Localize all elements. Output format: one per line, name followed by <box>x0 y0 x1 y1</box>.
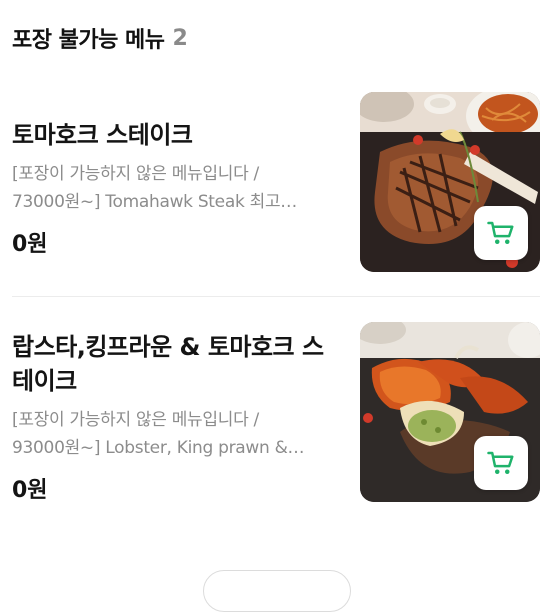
add-to-cart-button[interactable] <box>474 436 528 490</box>
section-title: 포장 불가능 메뉴 <box>12 28 165 53</box>
menu-item-description-line: [포장이 가능하지 않은 메뉴입니다 / <box>12 410 259 430</box>
menu-item-image[interactable] <box>360 322 540 502</box>
divider <box>12 296 540 297</box>
cart-icon <box>487 221 514 244</box>
menu-item-description: [포장이 가능하지 않은 메뉴입니다 / 73000원~] Tomahawk S… <box>12 160 324 216</box>
add-to-cart-button[interactable] <box>474 206 528 260</box>
menu-item-description-line: [포장이 가능하지 않은 메뉴입니다 / <box>12 164 259 184</box>
menu-item-description-line: 93000원~] Lobster, King prawn &… <box>12 438 305 458</box>
menu-item-name: 랍스타,킹프라운 & 토마호크 스테이크 <box>12 333 324 395</box>
menu-item-image[interactable] <box>360 92 540 272</box>
menu-item-description-line: 73000원~] Tomahawk Steak 최고… <box>12 192 297 212</box>
menu-item-price: 0원 <box>12 478 48 503</box>
menu-item-name: 토마호크 스테이크 <box>12 121 193 149</box>
cart-icon <box>487 451 514 474</box>
menu-item-price: 0원 <box>12 232 48 257</box>
menu-item-description: [포장이 가능하지 않은 메뉴입니다 / 93000원~] Lobster, K… <box>12 406 324 462</box>
menu-item-lobster-kingprawn-tomahawk[interactable]: 랍스타,킹프라운 & 토마호크 스테이크 [포장이 가능하지 않은 메뉴입니다 … <box>0 320 552 504</box>
section-header: 포장 불가능 메뉴 2 <box>12 22 188 54</box>
bottom-floating-button[interactable] <box>203 570 351 612</box>
section-count: 2 <box>172 25 188 51</box>
menu-item-tomahawk-steak[interactable]: 토마호크 스테이크 [포장이 가능하지 않은 메뉴입니다 / 73000원~] … <box>0 92 552 274</box>
